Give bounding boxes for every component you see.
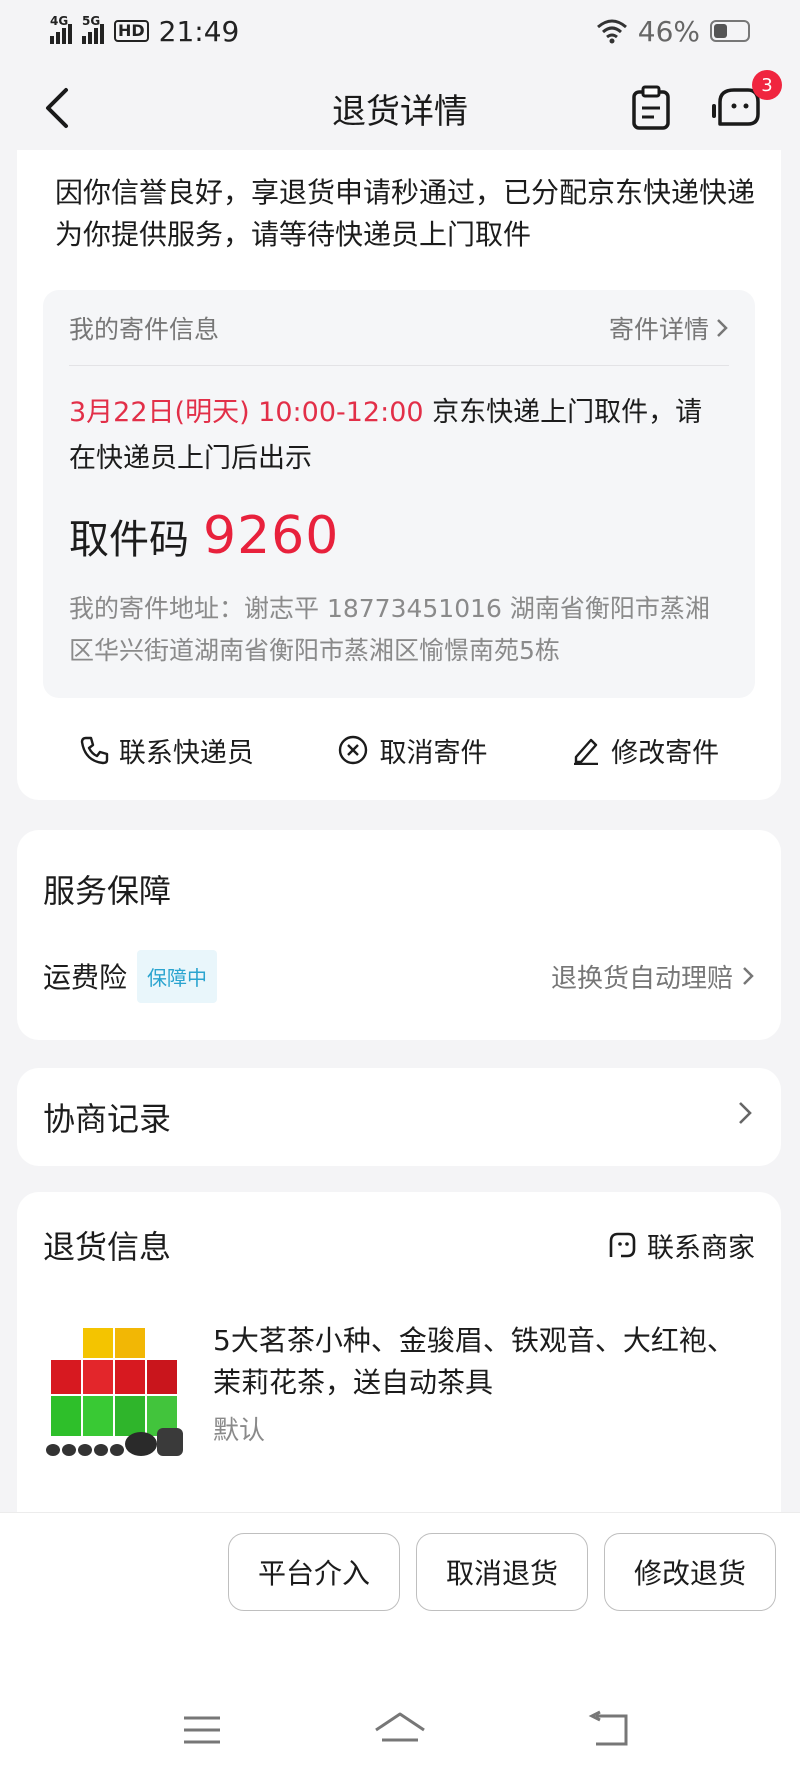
platform-intervention-button[interactable]: 平台介入: [228, 1533, 400, 1611]
status-left: 4G 5G HD 21:49: [50, 14, 240, 48]
pickup-schedule: 3月22日(明天) 10:00-12:00 京东快递上门取件，请在快递员上门后出…: [69, 390, 729, 482]
return-info-title: 退货信息: [43, 1228, 172, 1266]
service-title: 服务保障: [43, 872, 172, 910]
product-thumbnail[interactable]: [43, 1320, 193, 1470]
modify-shipment-label: 修改寄件: [611, 737, 720, 769]
service-card: 服务保障 运费险 保障中 退换货自动理赔: [17, 830, 781, 1040]
phone-icon: [80, 736, 109, 765]
shipping-card: 因你信誉良好，享退货申请秒通过，已分配京东快递快递为你提供服务，请等待快递员上门…: [17, 150, 781, 800]
insurance-label: 运费险: [43, 961, 128, 994]
hd-voice-icon: HD: [114, 20, 149, 42]
network-4g-label: 4G: [50, 14, 69, 28]
status-bar: 4G 5G HD 21:49 46%: [0, 0, 800, 62]
notification-badge: 3: [752, 70, 782, 100]
signal-5g-icon: 5G: [82, 14, 104, 44]
wifi-icon: [596, 19, 627, 44]
product-spec: 默认: [213, 1416, 266, 1446]
status-right: 46%: [596, 15, 750, 48]
approval-notice: 因你信誉良好，享退货申请秒通过，已分配京东快递快递为你提供服务，请等待快递员上门…: [55, 176, 756, 251]
modify-shipment-button[interactable]: 修改寄件: [571, 731, 719, 770]
modify-return-button[interactable]: 修改退货: [604, 1533, 776, 1611]
back-icon[interactable]: [38, 84, 78, 132]
pickup-time: 3月22日(明天) 10:00-12:00: [69, 397, 424, 428]
contact-courier-label: 联系快递员: [118, 737, 254, 769]
shipping-info-panel: 我的寄件信息 寄件详情 3月22日(明天) 10:00-12:00 京东快递上门…: [43, 290, 755, 698]
insurance-row[interactable]: 运费险 保障中 退换货自动理赔: [43, 948, 755, 1004]
cancel-circle-icon: [339, 735, 368, 765]
signal-4g-icon: 4G: [50, 14, 72, 44]
cancel-shipment-label: 取消寄件: [379, 737, 488, 769]
contact-courier-button[interactable]: 联系快递员: [79, 731, 254, 770]
return-info-card: 退货信息 联系商家 5大茗茶小种、金骏眉、铁观音、大红袍、茉莉花茶，送自动茶具 …: [17, 1192, 781, 1522]
shipping-info-title: 我的寄件信息: [69, 314, 220, 344]
pickup-code-label: 取件码: [69, 517, 189, 563]
shipping-actions: 联系快递员 取消寄件 修改寄件: [17, 720, 781, 780]
cancel-return-button[interactable]: 取消退货: [416, 1533, 588, 1611]
shipping-detail-link[interactable]: 寄件详情: [609, 310, 729, 346]
bottom-action-bar: 平台介入 取消退货 修改退货: [0, 1512, 800, 1652]
contact-merchant-label: 联系商家: [647, 1233, 755, 1264]
insurance-left: 运费险 保障中: [43, 949, 218, 1003]
pickup-code-value: 9260: [203, 506, 340, 566]
negotiation-record-card[interactable]: 协商记录: [17, 1068, 781, 1166]
back-gesture-icon[interactable]: [586, 1710, 634, 1750]
system-nav-bar: [0, 1652, 800, 1778]
shipping-detail-label: 寄件详情: [608, 314, 709, 344]
shipping-info-header: 我的寄件信息 寄件详情: [69, 290, 729, 366]
menu-icon[interactable]: [178, 1710, 226, 1750]
edit-pencil-icon: [574, 738, 599, 765]
page-title: 退货详情: [332, 91, 468, 132]
clock: 21:49: [158, 14, 240, 48]
sender-address: 我的寄件地址：谢志平 18773451016 湖南省衡阳市蒸湘区华兴街道湖南省衡…: [69, 594, 710, 665]
contact-merchant-button[interactable]: 联系商家: [607, 1226, 755, 1265]
chevron-right-icon: [717, 318, 728, 337]
pickup-code-row: 取件码 9260: [69, 506, 339, 566]
battery-icon: [710, 20, 750, 42]
clipboard-icon[interactable]: [628, 84, 674, 132]
cancel-shipment-button[interactable]: 取消寄件: [337, 731, 487, 770]
chevron-right-icon: [739, 1102, 752, 1124]
insurance-claim-label: 退换货自动理赔: [550, 963, 733, 994]
merchant-chat-icon: [609, 1232, 636, 1257]
chevron-right-icon: [743, 967, 754, 985]
nav-bar: 退货详情 3: [0, 62, 800, 154]
negotiation-title: 协商记录: [43, 1100, 172, 1138]
product-title[interactable]: 5大茗茶小种、金骏眉、铁观音、大红袍、茉莉花茶，送自动茶具: [213, 1320, 743, 1404]
insurance-status-badge: 保障中: [137, 949, 218, 1003]
home-icon[interactable]: [372, 1710, 428, 1750]
insurance-claim-link[interactable]: 退换货自动理赔: [551, 958, 755, 995]
battery-percent: 46%: [637, 14, 700, 48]
network-5g-label: 5G: [82, 14, 101, 28]
